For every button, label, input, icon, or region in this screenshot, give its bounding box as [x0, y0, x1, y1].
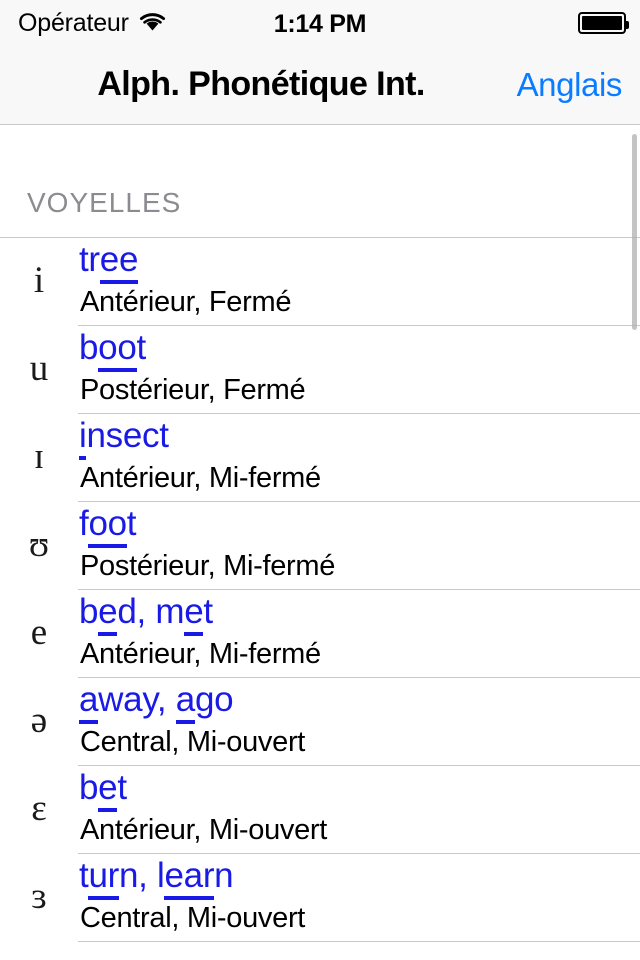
row-content: foot Postérieur, Mi-fermé [79, 501, 640, 589]
articulation-description: Postérieur, Mi-fermé [80, 550, 336, 582]
example-words: foot [79, 504, 137, 548]
table-row[interactable]: ə away, ago Central, Mi-ouvert [0, 677, 640, 765]
example-words: bed, met [79, 592, 213, 636]
example-words: bet [79, 768, 127, 812]
row-content: bet Antérieur, Mi-ouvert [79, 765, 640, 853]
articulation-description: Antérieur, Mi-fermé [80, 638, 321, 670]
table-row[interactable]: e bed, met Antérieur, Mi-fermé [0, 589, 640, 677]
status-bar-clock: 1:14 PM [273, 10, 367, 38]
articulation-description: Antérieur, Mi-ouvert [80, 814, 328, 846]
ipa-table-view[interactable]: VOYELLES i tree Antérieur, Fermé u boot Posté… [0, 126, 640, 960]
status-bar: Opérateur 1:14 PM [0, 0, 640, 46]
table-row[interactable]: u boot Postérieur, Fermé [0, 325, 640, 413]
row-content [79, 941, 640, 960]
row-content: boot Postérieur, Fermé [79, 325, 640, 413]
row-content: bed, met Antérieur, Mi-fermé [79, 589, 640, 677]
row-content: away, ago Central, Mi-ouvert [79, 677, 640, 765]
app-screen: Opérateur 1:14 PM Alph. Phonétique Int. … [0, 0, 640, 960]
status-bar-right [578, 0, 629, 46]
example-words: insect [79, 416, 169, 460]
row-content: tree Antérieur, Fermé [79, 237, 640, 325]
navigation-bar: Alph. Phonétique Int. Anglais [0, 46, 640, 125]
articulation-description: Postérieur, Fermé [80, 374, 306, 406]
articulation-description: Antérieur, Fermé [80, 286, 292, 318]
table-row[interactable]: i tree Antérieur, Fermé [0, 237, 640, 325]
section-header-vowels: VOYELLES [0, 126, 640, 237]
ipa-symbol [0, 941, 78, 960]
ipa-symbol: u [29, 347, 49, 389]
table-row[interactable]: ɪ insect Antérieur, Mi-fermé [0, 413, 640, 501]
table-row[interactable]: ɛ bet Antérieur, Mi-ouvert [0, 765, 640, 853]
ipa-symbol: ɛ [31, 787, 47, 829]
ipa-symbol: i [33, 259, 45, 301]
ipa-symbol: ɜ [31, 875, 47, 917]
example-words: boot [79, 328, 146, 372]
ipa-symbol: ʊ [28, 523, 50, 565]
ipa-symbol: e [30, 611, 48, 653]
ipa-symbol: ə [30, 699, 48, 741]
table-row[interactable]: ʊ foot Postérieur, Mi-fermé [0, 501, 640, 589]
row-content: turn, learn Central, Mi-ouvert [79, 853, 640, 941]
ipa-symbol: ɪ [33, 435, 45, 477]
articulation-description: Antérieur, Mi-fermé [80, 462, 321, 494]
vertical-scrollbar[interactable] [632, 134, 637, 330]
example-words: away, ago [79, 680, 234, 724]
row-content: insect Antérieur, Mi-fermé [79, 413, 640, 501]
articulation-description: Central, Mi-ouvert [80, 726, 306, 758]
example-words: turn, learn [79, 856, 234, 900]
section-header-label: VOYELLES [27, 187, 182, 218]
example-words: tree [79, 240, 138, 284]
language-toggle-button[interactable]: Anglais [517, 66, 623, 104]
ipa-row-list: i tree Antérieur, Fermé u boot Postérieur, Fe… [0, 237, 640, 960]
articulation-description: Central, Mi-ouvert [80, 902, 306, 934]
table-row[interactable] [0, 941, 640, 960]
battery-full-icon [578, 12, 629, 34]
table-row[interactable]: ɜ turn, learn Central, Mi-ouvert [0, 853, 640, 941]
